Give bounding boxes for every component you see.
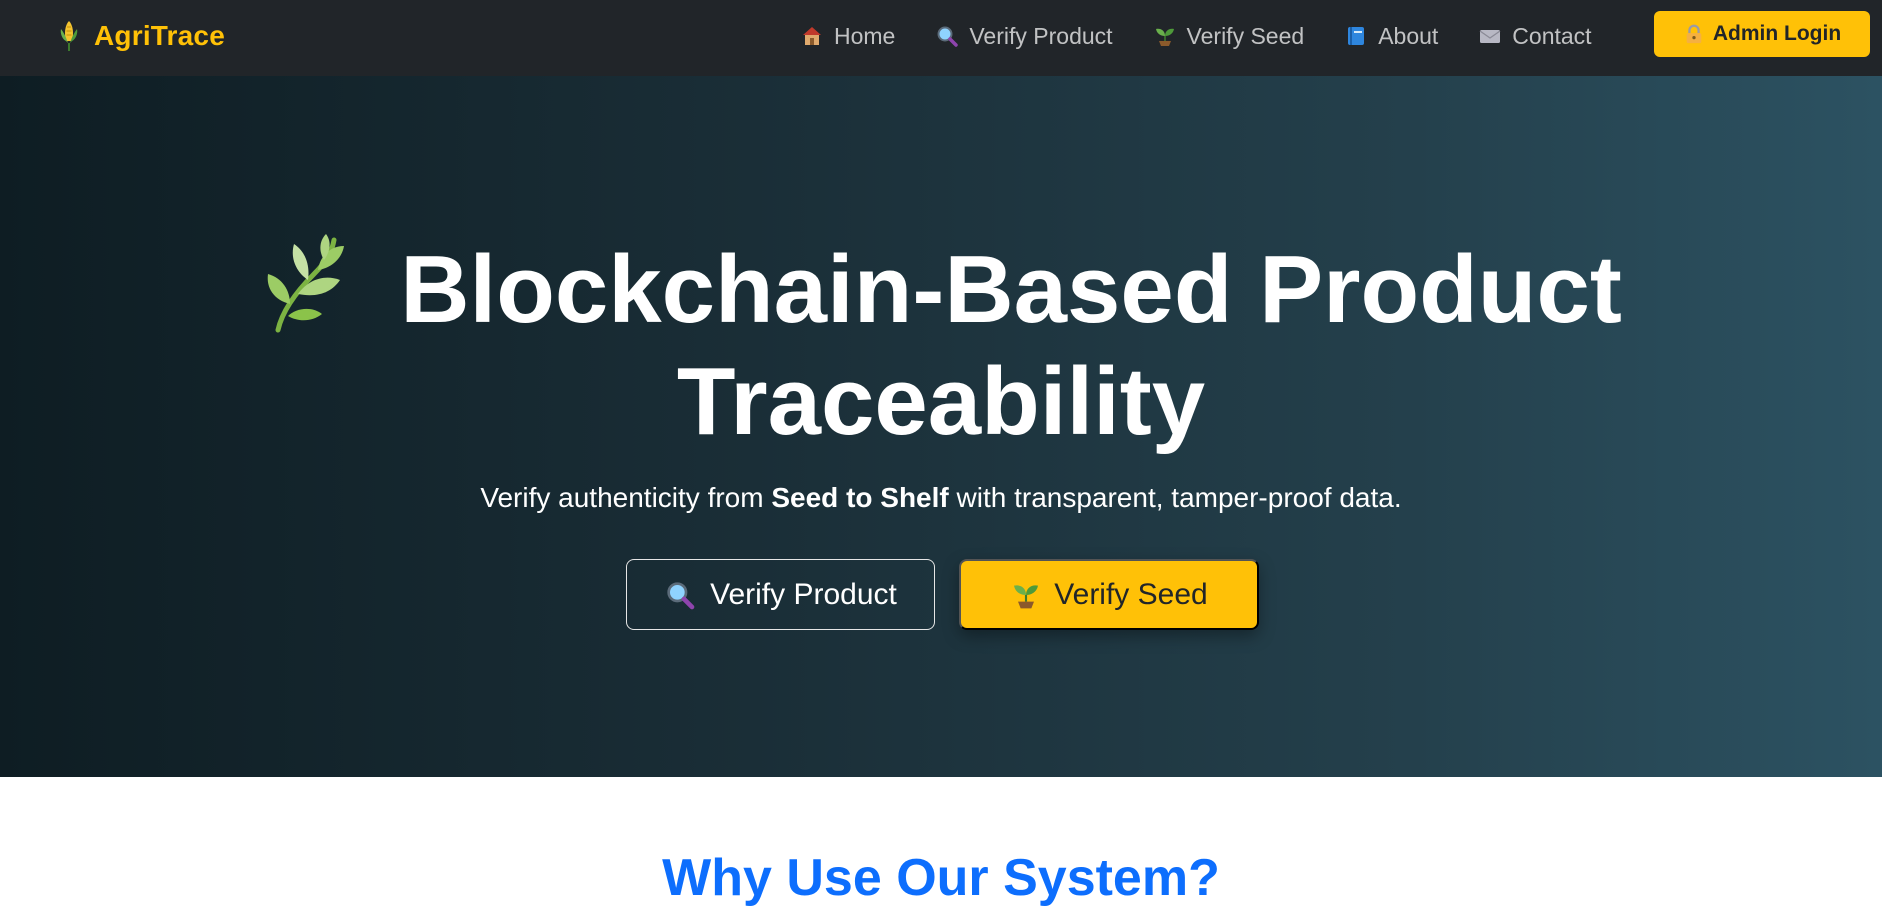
admin-login-label: Admin Login xyxy=(1712,22,1842,45)
brand-name: AgriTrace xyxy=(94,20,225,51)
hero-verify-product-label: Verify Product xyxy=(710,577,897,611)
nav-link-label: Verify Product xyxy=(969,22,1113,49)
seedling-icon xyxy=(1014,584,1039,608)
magnifier-icon xyxy=(937,26,959,47)
hero-title-text-1: Blockchain-Based Product xyxy=(400,236,1622,343)
hero-section: Blockchain-Based Product Traceability Ve… xyxy=(0,76,1882,777)
nav-link-verify-seed[interactable]: Verify Seed xyxy=(1153,22,1305,50)
hero-title-line-1: Blockchain-Based Product xyxy=(0,234,1882,346)
seedling-icon xyxy=(1155,28,1174,46)
hero-subtitle-highlight: Seed to Shelf xyxy=(771,482,949,513)
lock-icon xyxy=(1686,24,1702,44)
nav-link-verify-product[interactable]: Verify Product xyxy=(935,22,1113,50)
brand-logo-link[interactable]: AgriTrace xyxy=(56,0,225,72)
nav-link-label: About xyxy=(1378,22,1439,49)
house-icon xyxy=(803,27,821,45)
hero-title-line-2: Traceability xyxy=(676,348,1206,455)
nav-link-home[interactable]: Home xyxy=(800,23,895,50)
magnifier-icon xyxy=(667,581,695,609)
herb-icon xyxy=(267,234,345,333)
hero-title: Blockchain-Based Product Traceability xyxy=(0,234,1882,458)
nav-link-label: Home xyxy=(834,22,896,49)
hero-subtitle-after: with transparent, tamper-proof data. xyxy=(948,482,1402,513)
section-title-why-use: Why Use Our System? xyxy=(662,849,1220,907)
envelope-icon xyxy=(1479,30,1501,43)
nav-link-about[interactable]: About xyxy=(1344,23,1438,50)
nav-link-label: Contact xyxy=(1512,22,1592,49)
corn-icon xyxy=(60,21,78,51)
hero-verify-product-button[interactable]: Verify Product xyxy=(626,559,935,630)
hero-subtitle-before: Verify authenticity from xyxy=(480,482,772,513)
hero-verify-seed-button[interactable]: Verify Seed xyxy=(959,559,1259,630)
hero-verify-seed-label: Verify Seed xyxy=(1054,577,1208,611)
book-icon xyxy=(1348,27,1365,45)
nav-link-contact[interactable]: Contact xyxy=(1478,22,1592,50)
top-navbar: AgriTrace Home Verify Product Verify See… xyxy=(0,0,1882,76)
nav-link-label: Verify Seed xyxy=(1186,22,1305,49)
admin-login-button[interactable]: Admin Login xyxy=(1654,11,1870,57)
nav-links: Home Verify Product Verify Seed About Co… xyxy=(800,0,1632,72)
hero-subtitle: Verify authenticity from Seed to Shelf w… xyxy=(0,482,1882,514)
